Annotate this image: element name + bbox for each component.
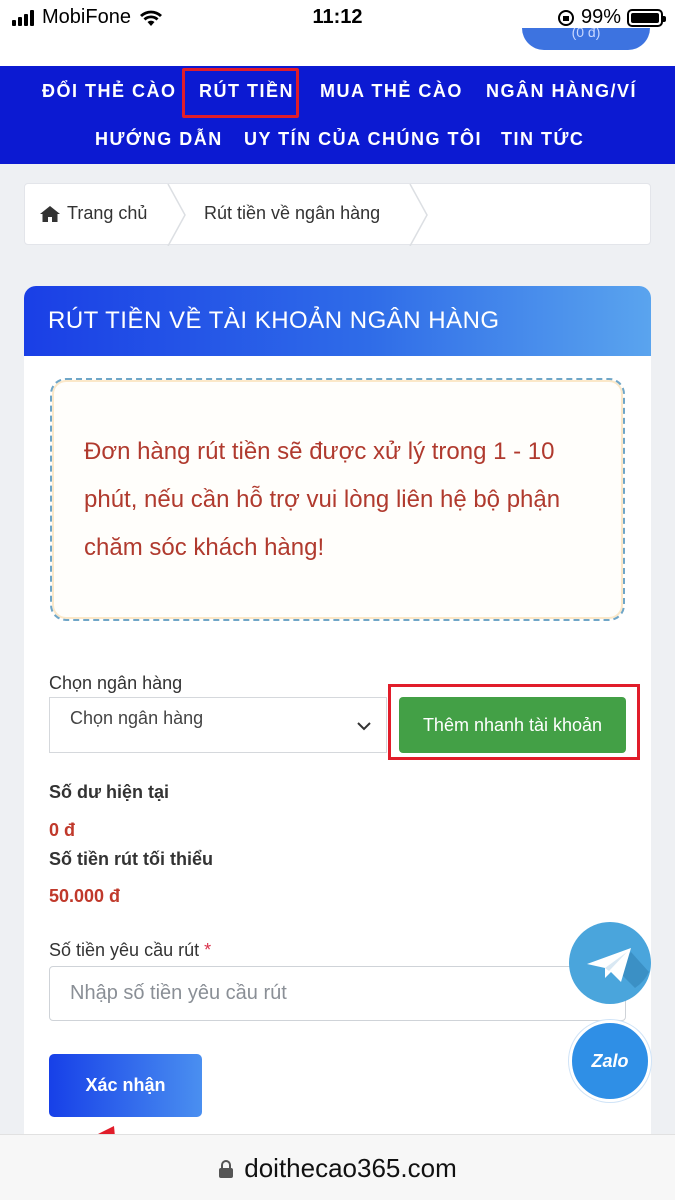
orientation-lock-icon [557, 9, 574, 26]
status-bar: MobiFone 11:12 99% (0 đ) [0, 0, 675, 66]
nav-item-mua-the-cao[interactable]: MUA THẺ CÀO [320, 81, 463, 102]
notice-text: Đơn hàng rút tiền sẽ được xử lý trong 1 … [84, 438, 561, 561]
breadcrumb-home-label: Trang chủ [67, 203, 148, 223]
breadcrumb-separator [167, 184, 186, 246]
nav-item-huong-dan[interactable]: HƯỚNG DẪN [95, 129, 223, 150]
breadcrumb-separator [409, 184, 428, 246]
amount-label: Số tiền yêu cầu rút * [49, 940, 211, 961]
battery-fill [631, 12, 659, 23]
required-mark: * [204, 940, 212, 960]
bank-label: Chọn ngân hàng [49, 673, 183, 693]
nav-item-uy-tin[interactable]: UY TÍN CỦA CHÚNG TÔI [244, 129, 482, 150]
min-amount-label: Số tiền rút tối thiểu [49, 849, 213, 869]
min-amount-value: 50.000 đ [49, 886, 121, 906]
amount-input[interactable] [49, 966, 626, 1021]
amount-label-text: Số tiền yêu cầu rút [49, 940, 200, 960]
telegram-icon [587, 948, 649, 988]
main-nav: ĐỔI THẺ CÀO RÚT TIỀN MUA THẺ CÀO NGÂN HÀ… [0, 66, 675, 164]
nav-highlight-box [182, 68, 299, 118]
nav-item-ngan-hang-vi[interactable]: NGÂN HÀNG/VÍ [486, 81, 637, 102]
nav-item-tin-tuc[interactable]: TIN TỨC [501, 129, 584, 150]
telegram-button[interactable] [569, 922, 651, 1004]
nav-item-doi-the-cao[interactable]: ĐỔI THẺ CÀO [42, 81, 177, 102]
breadcrumb: Trang chủ Rút tiền về ngân hàng [24, 183, 651, 246]
battery-icon [627, 8, 666, 27]
browser-url-bar[interactable]: doithecao365.com [0, 1134, 675, 1200]
chevron-down-icon [357, 722, 371, 731]
lock-icon [219, 1159, 234, 1178]
card-header: RÚT TIỀN VỀ TÀI KHOẢN NGÂN HÀNG [24, 286, 651, 356]
breadcrumb-home[interactable]: Trang chủ [39, 203, 147, 224]
card-title: RÚT TIỀN VỀ TÀI KHOẢN NGÂN HÀNG [48, 307, 500, 334]
url-text: doithecao365.com [244, 1153, 457, 1183]
breadcrumb-current: Rút tiền về ngân hàng [204, 203, 381, 223]
home-icon [40, 205, 60, 222]
bank-select-value: Chọn ngân hàng [70, 708, 204, 728]
balance-peek-button[interactable]: (0 đ) [522, 28, 650, 50]
balance-value: 0 đ [49, 820, 76, 840]
notice-box: Đơn hàng rút tiền sẽ được xử lý trong 1 … [50, 378, 625, 621]
bank-select[interactable]: Chọn ngân hàng [49, 697, 387, 753]
battery-percent: 99% [580, 6, 621, 28]
submit-button[interactable]: Xác nhận [49, 1054, 202, 1117]
quick-add-highlight-box [388, 684, 640, 760]
zalo-icon: Zalo [591, 1051, 629, 1071]
balance-label: Số dư hiện tại [49, 782, 170, 802]
url-wrap: doithecao365.com [0, 1153, 675, 1184]
status-right: 99% [557, 6, 666, 29]
zalo-button[interactable]: Zalo [569, 1020, 651, 1102]
